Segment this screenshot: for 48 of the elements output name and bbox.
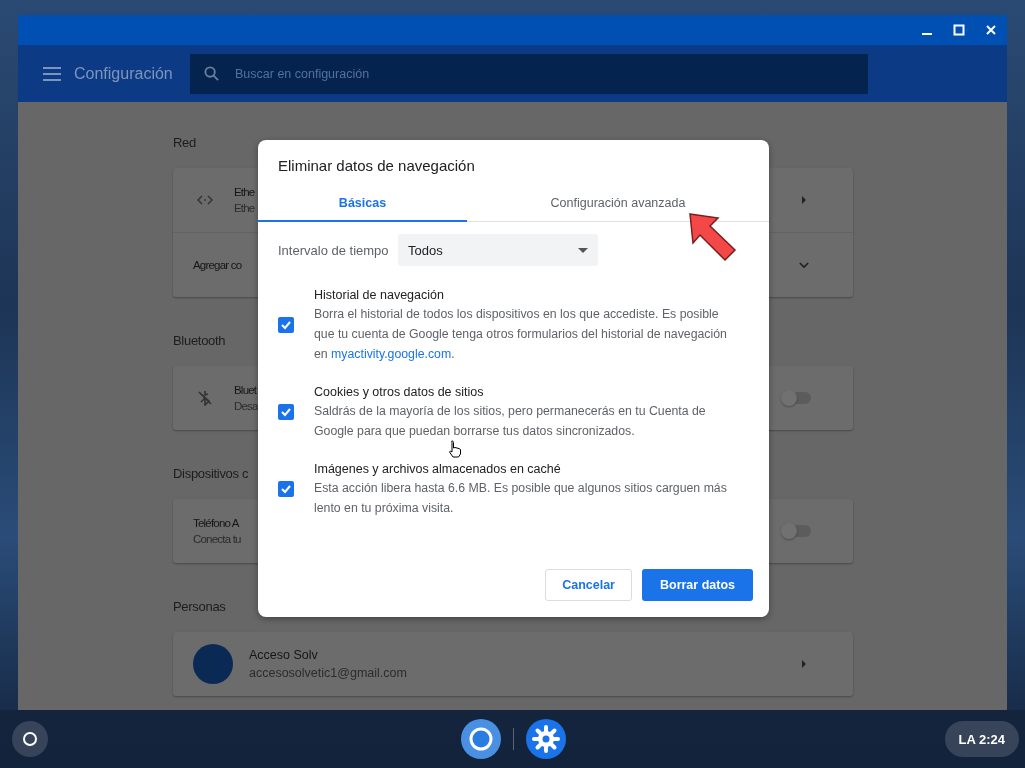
section-title: Dispositivos c: [173, 465, 249, 483]
search-field[interactable]: Buscar en configuración: [190, 53, 868, 94]
bluetooth-off-icon: [197, 390, 213, 406]
option-title: Historial de navegación: [314, 287, 445, 304]
time-range-dropdown[interactable]: Todos: [398, 234, 598, 266]
section-title: Personas: [173, 598, 226, 616]
row-title: Ethe: [234, 186, 255, 198]
maximize-icon[interactable]: [953, 24, 965, 36]
option-description: Saldrás de la mayoría de los sitios, pero permanecerás en tu Cuenta de Google para que puedan borrarse tus datos sincronizados.: [314, 403, 707, 440]
arrow-right-icon[interactable]: [801, 195, 807, 205]
tab[interactable]: Configuración avanzada: [467, 188, 769, 222]
pointer-arrow-icon: [688, 212, 738, 262]
toggle-switch[interactable]: [783, 525, 811, 537]
dialog-button[interactable]: Borrar datos: [641, 569, 753, 601]
dialog-title: Eliminar datos de navegación: [277, 156, 476, 174]
option-description: Borra el historial de todos los dispositivos en los que accediste. Es posible que tu cuenta de Google tenga otros formularios del historial de navegación en myactivity.google.com.: [314, 306, 728, 363]
avatar: [193, 644, 233, 684]
row-subtitle: Conecta tu: [193, 533, 241, 545]
row-subtitle: Desa: [234, 400, 258, 412]
option-description: Esta acción libera hasta 6.6 MB. Es posible que algunos sitios carguen más lento en tu próxima visita.: [314, 480, 728, 517]
toggle-switch[interactable]: [783, 392, 811, 404]
row-title: Acceso Solv: [249, 648, 318, 662]
tab[interactable]: Básicas: [258, 188, 467, 222]
section-title: Bluetooth: [173, 332, 226, 350]
browser-icon[interactable]: [461, 719, 501, 759]
section-title: Red: [173, 134, 196, 152]
page-title: Configuración: [74, 64, 174, 83]
option-title: Cookies y otros datos de sitios: [314, 384, 485, 401]
row-subtitle: accesosolvetic1@gmail.com: [249, 666, 407, 680]
hand-cursor-icon: [448, 440, 462, 458]
chevron-down-icon[interactable]: [799, 261, 809, 269]
row-title: Agregar co: [193, 259, 242, 271]
row-title: Teléfono A: [193, 517, 239, 529]
launcher-button[interactable]: [12, 721, 48, 757]
close-icon[interactable]: [985, 24, 997, 36]
option-title: Imágenes y archivos almacenados en caché: [314, 461, 562, 478]
row-subtitle: Ethe: [234, 202, 255, 214]
checkbox[interactable]: [278, 317, 294, 333]
checkbox[interactable]: [278, 481, 294, 497]
menu-icon[interactable]: [43, 66, 61, 81]
status-area[interactable]: LA 2:24: [944, 721, 1019, 757]
settings-icon[interactable]: [526, 719, 566, 759]
row-title: Bluet: [234, 384, 257, 396]
checkbox[interactable]: [278, 404, 294, 420]
dialog-button[interactable]: Cancelar: [545, 569, 632, 601]
dropdown-caret-icon: [578, 247, 588, 253]
arrow-right-icon[interactable]: [801, 659, 807, 669]
field-label: Intervalo de tiempo: [278, 242, 390, 258]
